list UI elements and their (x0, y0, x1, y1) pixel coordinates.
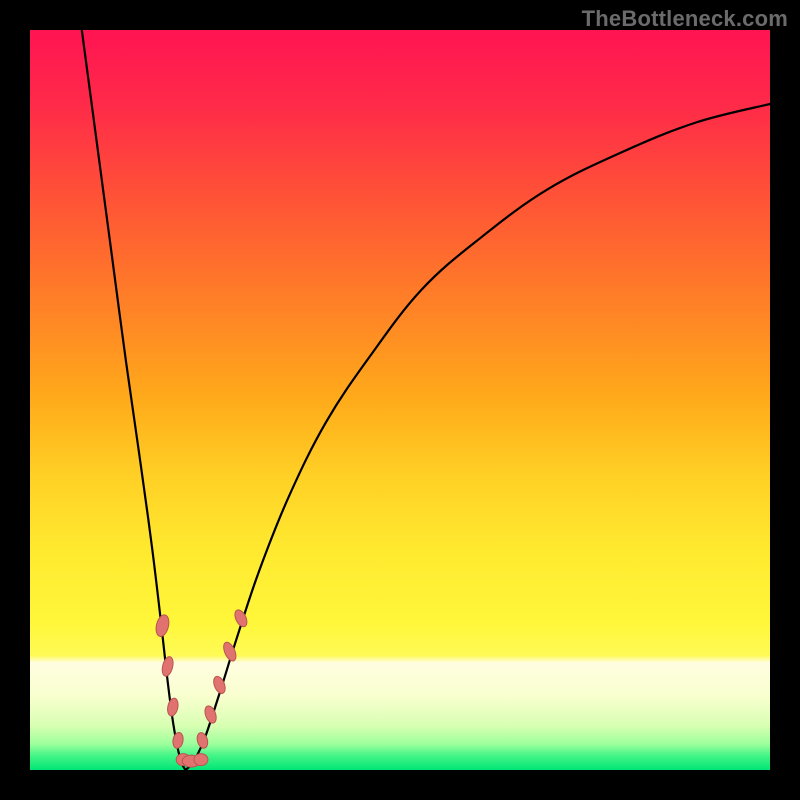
watermark: TheBottleneck.com (582, 6, 788, 32)
chart-svg (30, 30, 770, 770)
gradient-background (30, 30, 770, 770)
gradient-plot (30, 30, 770, 770)
chart-frame: TheBottleneck.com (0, 0, 800, 800)
valley-marker-6 (194, 754, 208, 766)
